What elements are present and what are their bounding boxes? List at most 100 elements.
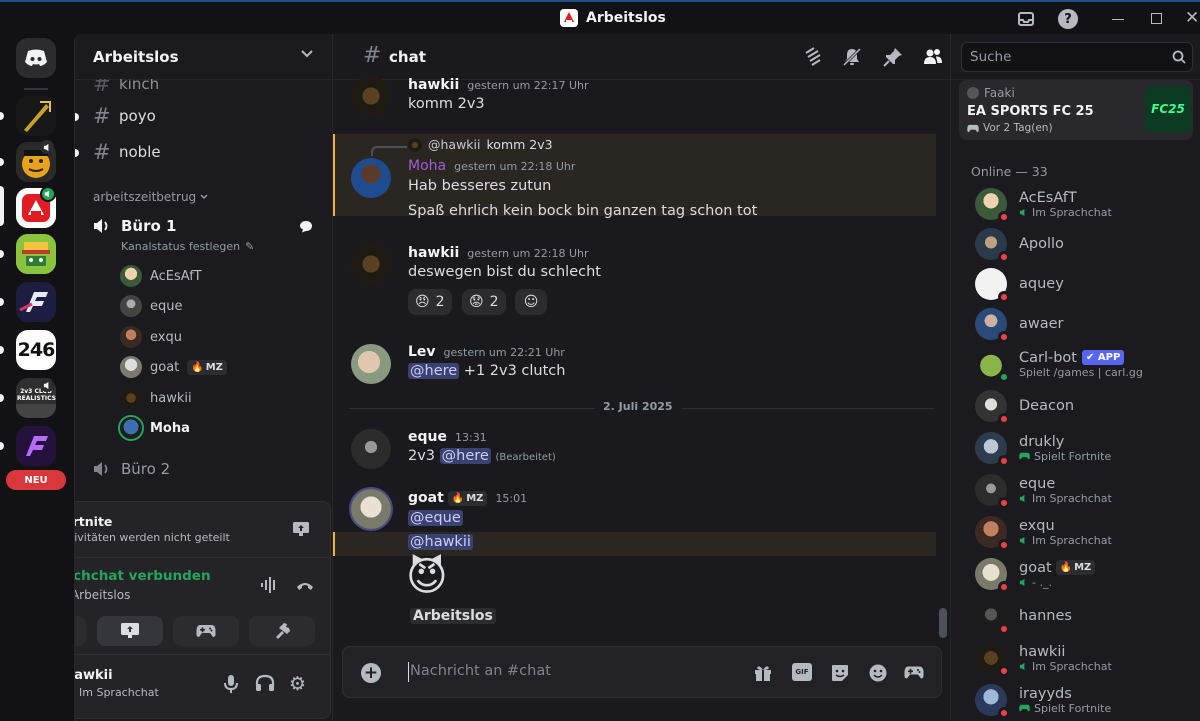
window-title: Arbeitslos bbox=[586, 10, 666, 26]
voice-user[interactable]: eque bbox=[120, 293, 183, 319]
discord-home-icon[interactable] bbox=[16, 38, 56, 78]
headphones-icon[interactable] bbox=[255, 674, 275, 692]
message-input[interactable]: Nachricht an #chat bbox=[410, 663, 551, 679]
server-246[interactable]: 246 bbox=[16, 330, 56, 370]
maximize-icon[interactable] bbox=[1151, 13, 1162, 24]
voice-channel-buero-2[interactable]: Büro 2 bbox=[93, 455, 170, 483]
member-item[interactable]: goat 🔥 MZ - ._. bbox=[975, 554, 1195, 594]
voice-user[interactable]: hawkii bbox=[120, 385, 192, 411]
message-header: eque 13:31 bbox=[408, 429, 487, 445]
member-item[interactable]: drukly Spielt Fortnite bbox=[975, 428, 1195, 468]
microphone-icon[interactable] bbox=[223, 674, 239, 694]
emoji-icon[interactable] bbox=[868, 663, 888, 683]
member-list-icon[interactable] bbox=[923, 47, 943, 67]
avatar[interactable] bbox=[351, 244, 391, 284]
voice-location-link[interactable]: Büro 1 / Arbeitslos bbox=[75, 588, 130, 602]
channel-sidebar: Arbeitslos # kinch # poyo # noble arbeitsze… bbox=[74, 34, 332, 721]
category-header[interactable]: arbeitszeitbetrug bbox=[93, 190, 208, 204]
member-item[interactable]: Carl-bot ✔ APP Spielt /games | carl.gg bbox=[975, 344, 1195, 384]
threads-icon[interactable] bbox=[803, 47, 823, 67]
message-input-box[interactable]: + Nachricht an #chat GIF bbox=[342, 646, 942, 698]
dnd-status-icon bbox=[998, 331, 1010, 343]
avatar bbox=[975, 516, 1010, 551]
member-item[interactable]: Deacon bbox=[975, 386, 1195, 426]
unread-pill bbox=[0, 250, 4, 258]
server-f-blue[interactable] bbox=[16, 282, 56, 322]
mention[interactable]: @here bbox=[408, 363, 460, 379]
share-screen-button[interactable] bbox=[97, 616, 163, 646]
new-badge[interactable]: NEU bbox=[6, 470, 66, 490]
fire-icon: 🔥 bbox=[451, 492, 465, 504]
mention[interactable]: @eque bbox=[408, 510, 463, 526]
gift-icon[interactable] bbox=[753, 663, 773, 683]
server-golden-sword[interactable] bbox=[16, 96, 56, 136]
notifications-muted-icon[interactable] bbox=[842, 47, 862, 67]
avatar bbox=[120, 356, 142, 378]
minimize-icon[interactable] bbox=[1112, 19, 1124, 20]
voice-user[interactable]: AcEsAfT bbox=[120, 263, 202, 289]
member-item[interactable]: awaer bbox=[975, 304, 1195, 344]
dnd-status-icon bbox=[998, 707, 1010, 719]
server-header[interactable]: Arbeitslos bbox=[75, 34, 332, 80]
apps-gamepad-icon[interactable] bbox=[904, 665, 924, 680]
chat-header: # chat bbox=[333, 34, 951, 80]
chevron-down-icon[interactable] bbox=[301, 50, 313, 58]
avatar[interactable] bbox=[351, 158, 391, 198]
dnd-status-icon bbox=[998, 539, 1010, 551]
member-item[interactable]: hannes bbox=[975, 596, 1195, 636]
voice-user[interactable]: goat 🔥 MZ bbox=[120, 354, 227, 380]
reaction[interactable]: 😠 2 bbox=[408, 289, 452, 315]
mention[interactable]: @here bbox=[439, 448, 491, 464]
member-item[interactable]: exqu Im Sprachchat bbox=[975, 512, 1195, 552]
add-reaction-icon[interactable]: ☺ bbox=[515, 289, 547, 315]
close-icon[interactable]: ✕ bbox=[1185, 8, 1199, 28]
member-item[interactable]: AcEsAfT Im Sprachchat bbox=[975, 184, 1195, 224]
avatar[interactable] bbox=[351, 76, 391, 116]
sticker-icon[interactable] bbox=[830, 663, 850, 683]
activities-button[interactable] bbox=[173, 616, 239, 646]
search-box[interactable]: Suche bbox=[961, 42, 1193, 72]
help-icon[interactable]: ? bbox=[1058, 9, 1078, 29]
activity-card[interactable]: Faaki EA SPORTS FC 25 Vor 2 Tag(en) FC25 bbox=[959, 80, 1193, 140]
chat-bubble-icon[interactable] bbox=[299, 220, 313, 233]
search-icon[interactable] bbox=[1172, 50, 1186, 64]
member-item[interactable]: hawkii Im Sprachchat bbox=[975, 638, 1195, 678]
channel-title: chat bbox=[389, 48, 426, 66]
camera-off-button[interactable] bbox=[75, 616, 86, 646]
avatar[interactable] bbox=[351, 344, 391, 384]
voice-user[interactable]: exqu bbox=[120, 324, 182, 350]
voice-channel-buero-1[interactable]: Büro 1 bbox=[93, 212, 176, 240]
scrollbar-thumb[interactable] bbox=[939, 608, 947, 638]
reaction[interactable]: 😟 2 bbox=[462, 289, 506, 315]
message-header: Lev gestern um 22:21 Uhr bbox=[408, 344, 565, 360]
add-attachment-icon[interactable]: + bbox=[361, 663, 381, 683]
disconnect-icon[interactable] bbox=[295, 578, 315, 592]
member-item[interactable]: eque Im Sprachchat bbox=[975, 470, 1195, 510]
member-item[interactable]: irayyds Spielt Fortnite bbox=[975, 680, 1195, 720]
member-item[interactable]: Apollo bbox=[975, 224, 1195, 264]
mention[interactable]: @hawkii bbox=[408, 534, 473, 550]
search-input[interactable]: Suche bbox=[970, 49, 1011, 65]
soundboard-wave-icon[interactable] bbox=[260, 576, 278, 594]
voice-user[interactable]: Moha bbox=[120, 415, 190, 441]
gear-icon[interactable]: ⚙ bbox=[289, 673, 306, 695]
soundboard-button[interactable] bbox=[249, 616, 315, 646]
member-item[interactable]: aquey bbox=[975, 264, 1195, 304]
screen-share-icon[interactable] bbox=[292, 521, 310, 537]
dnd-status-icon bbox=[998, 211, 1010, 223]
server-green-mask[interactable] bbox=[16, 234, 56, 274]
channel-poyo[interactable]: # poyo bbox=[93, 102, 156, 130]
reply-preview[interactable]: @hawkii komm 2v3 bbox=[408, 137, 553, 152]
channel-noble[interactable]: # noble bbox=[93, 138, 161, 166]
server-f-purple[interactable] bbox=[16, 426, 56, 466]
inbox-icon[interactable] bbox=[1016, 9, 1036, 29]
voice-connected-status[interactable]: Sprachchat verbunden bbox=[75, 568, 211, 584]
message-header: hawkii gestern um 22:17 Uhr bbox=[408, 77, 589, 93]
pin-icon[interactable] bbox=[883, 47, 903, 67]
channel-status[interactable]: Kanalstatus festlegen ✎ bbox=[121, 240, 254, 253]
gif-icon[interactable]: GIF bbox=[792, 663, 812, 681]
avatar[interactable] bbox=[351, 489, 391, 529]
fc25-game-logo: FC25 bbox=[1145, 86, 1191, 132]
unread-dot bbox=[75, 149, 79, 157]
avatar[interactable] bbox=[351, 429, 391, 469]
